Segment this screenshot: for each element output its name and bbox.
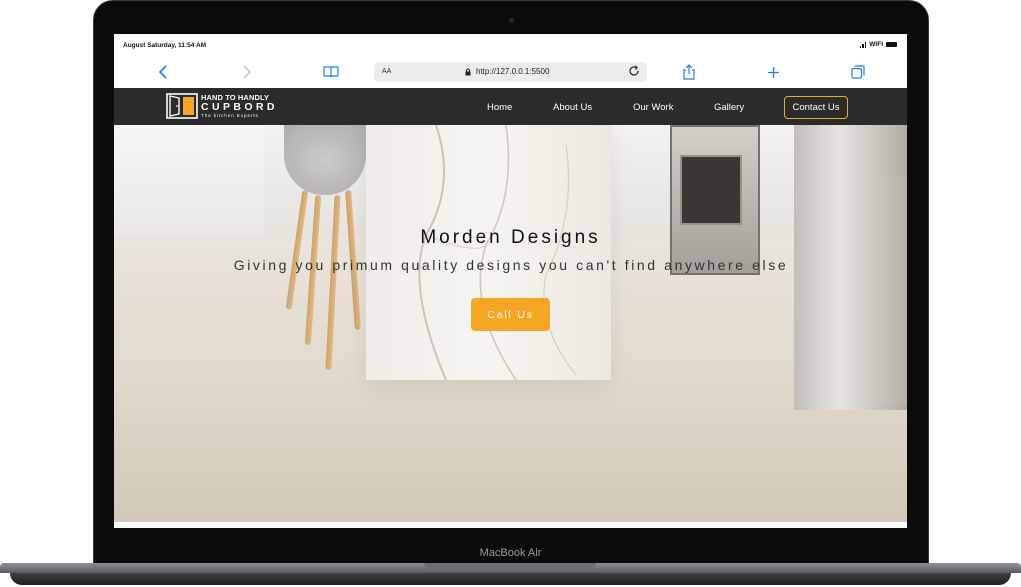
nav-home[interactable]: Home: [487, 102, 512, 113]
site-logo[interactable]: HAND TO HANDLY CUPBORD The kitchen Exper…: [166, 93, 278, 119]
hero-section: Morden Designs Giving you primum quality…: [114, 125, 907, 522]
hero-subtitle: Giving you primum quality designs you ca…: [233, 257, 789, 273]
address-bar[interactable]: AA http://127.0.0.1:5500: [374, 62, 647, 82]
nav-gallery[interactable]: Gallery: [714, 102, 744, 113]
bookmarks-icon[interactable]: [322, 63, 340, 81]
forward-icon[interactable]: [238, 63, 256, 81]
cupboard-logo-icon: [166, 93, 198, 119]
wifi-label: WIFI: [869, 41, 883, 48]
laptop-base: [0, 563, 1021, 587]
status-bar: August Saturday, 11:54 AM WIFI: [114, 34, 907, 56]
logo-line2: CUPBORD: [201, 101, 278, 114]
signal-icon: [859, 41, 867, 48]
share-icon[interactable]: [680, 63, 698, 81]
nav-about-us[interactable]: About Us: [553, 102, 592, 113]
tabs-icon[interactable]: [849, 63, 867, 81]
logo-line1: HAND TO HANDLY: [201, 92, 270, 102]
camera: [509, 18, 514, 23]
logo-tagline: The kitchen Experts: [201, 112, 259, 118]
nav-our-work[interactable]: Our Work: [633, 102, 673, 113]
new-tab-icon[interactable]: [764, 63, 782, 81]
battery-icon: [886, 42, 897, 47]
device-label: MacBook Air: [479, 547, 542, 559]
contact-us-button[interactable]: Contact Us: [784, 96, 848, 119]
site-navbar: HAND TO HANDLY CUPBORD The kitchen Exper…: [114, 88, 907, 125]
call-us-button[interactable]: Call Us: [471, 298, 550, 331]
hero-title: Morden Designs: [420, 227, 601, 248]
status-datetime: August Saturday, 11:54 AM: [123, 42, 207, 49]
reload-icon[interactable]: [628, 65, 640, 79]
url-text: http://127.0.0.1:5500: [476, 67, 550, 76]
back-icon[interactable]: [154, 63, 172, 81]
text-size-button[interactable]: AA: [382, 68, 391, 75]
lock-icon: [465, 68, 471, 75]
browser-toolbar: AA http://127.0.0.1:5500: [114, 56, 907, 88]
screen: August Saturday, 11:54 AM WIFI AA http:/…: [114, 34, 907, 528]
